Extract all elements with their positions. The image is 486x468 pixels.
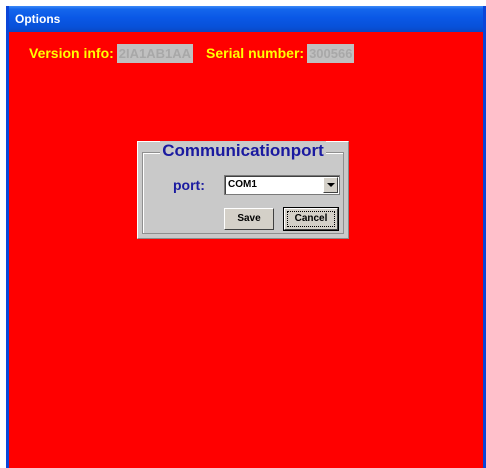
group-title-text: Communicationport	[160, 141, 326, 160]
title-bar[interactable]: Options	[9, 6, 483, 32]
info-row: Version info: 2IA1AB1AA Serial number: 3…	[29, 42, 355, 64]
serial-number-label: Serial number:	[206, 45, 305, 61]
options-client-area: Version info: 2IA1AB1AA Serial number: 3…	[9, 32, 483, 468]
port-select[interactable]: COM1	[224, 175, 340, 195]
group-title: Communicationport	[138, 141, 348, 161]
port-select-value: COM1	[228, 179, 257, 190]
save-button[interactable]: Save	[224, 208, 274, 230]
port-label: port:	[173, 177, 205, 193]
save-button-label: Save	[237, 213, 261, 224]
options-window: Options Version info: 2IA1AB1AA Serial n…	[6, 6, 486, 468]
window-title: Options	[15, 12, 61, 26]
serial-number-value: 300566	[307, 43, 355, 63]
version-info-label: Version info:	[29, 45, 114, 61]
focus-rect: Cancel	[287, 211, 335, 227]
version-info-value: 2IA1AB1AA	[116, 43, 194, 63]
chevron-down-icon[interactable]	[323, 177, 338, 193]
communication-port-panel: Communicationport port: COM1 Save Cancel	[137, 141, 349, 239]
cancel-button[interactable]: Cancel	[283, 207, 339, 231]
cancel-button-label: Cancel	[294, 213, 328, 224]
